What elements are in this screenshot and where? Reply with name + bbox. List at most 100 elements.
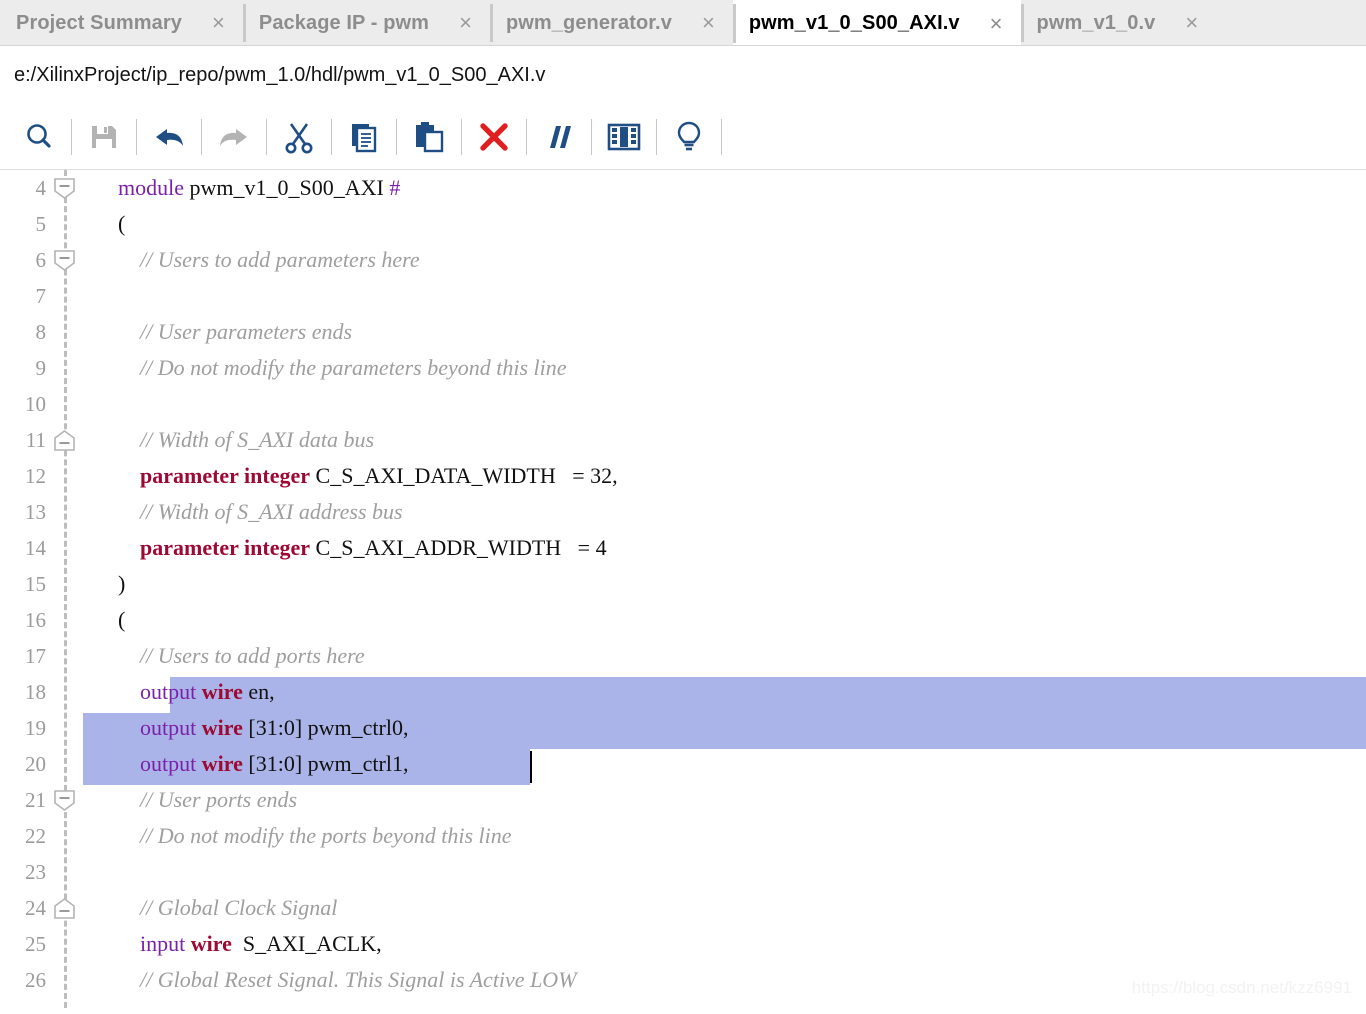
code-line[interactable]: 22 // Do not modify the ports beyond thi…	[0, 818, 1366, 854]
gutter-fold-area	[48, 638, 82, 674]
code-line[interactable]: 20 output wire [31:0] pwm_ctrl1,	[0, 746, 1366, 782]
code-line[interactable]: 25 input wire S_AXI_ACLK,	[0, 926, 1366, 962]
close-icon[interactable]: ×	[208, 10, 229, 36]
cut-button[interactable]	[268, 114, 330, 160]
line-number: 15	[25, 571, 46, 596]
close-icon[interactable]: ×	[455, 10, 476, 36]
gutter-fold-area[interactable]	[48, 782, 82, 818]
code-line-text: module pwm_v1_0_S00_AXI #	[118, 175, 400, 201]
fold-toggle-icon[interactable]	[53, 897, 76, 920]
code-line-text: // User parameters ends	[118, 319, 352, 345]
code-line[interactable]: 23	[0, 854, 1366, 890]
fold-toggle-icon[interactable]	[53, 249, 76, 272]
code-line[interactable]: 16 (	[0, 602, 1366, 638]
line-number: 5	[35, 211, 47, 236]
code-line[interactable]: 10	[0, 386, 1366, 422]
code-line[interactable]: 4 module pwm_v1_0_S00_AXI #	[0, 170, 1366, 206]
gutter-fold-area	[48, 602, 82, 638]
code-line[interactable]: 11 // Width of S_AXI data bus	[0, 422, 1366, 458]
code-line[interactable]: 15)	[0, 566, 1366, 602]
code-line[interactable]: 17 // Users to add ports here	[0, 638, 1366, 674]
gutter-fold-area[interactable]	[48, 170, 82, 206]
cut-icon	[283, 120, 315, 154]
code-line-text: parameter integer C_S_AXI_ADDR_WIDTH = 4	[118, 535, 607, 561]
code-token: parameter integer	[140, 535, 311, 560]
code-line-text: // Users to add ports here	[118, 643, 365, 669]
code-editor[interactable]: 4 module pwm_v1_0_S00_AXI #5(6 // Users t…	[0, 170, 1366, 1008]
lightbulb-button[interactable]	[658, 114, 720, 160]
code-token: C_S_AXI_ADDR_WIDTH = 4	[310, 535, 607, 560]
code-line[interactable]: 6 // Users to add parameters here	[0, 242, 1366, 278]
code-line[interactable]: 18 output wire en,	[0, 674, 1366, 710]
toolbar-separator	[591, 118, 592, 155]
code-line-text: // Users to add parameters here	[118, 247, 420, 273]
file-path-bar: e:/XilinxProject/ip_repo/pwm_1.0/hdl/pwm…	[0, 46, 1366, 104]
code-line-text: input wire S_AXI_ACLK,	[118, 931, 382, 957]
save-icon	[87, 120, 121, 154]
editor-tab[interactable]: pwm_generator.v ×	[489, 0, 733, 45]
code-token: wire	[201, 751, 243, 776]
code-line[interactable]: 8 // User parameters ends	[0, 314, 1366, 350]
split-view-button[interactable]	[593, 114, 655, 160]
code-token: // Global Clock Signal	[118, 895, 338, 920]
line-number: 23	[25, 859, 46, 884]
gutter-fold-area	[48, 458, 82, 494]
gutter-fold-area	[48, 278, 82, 314]
close-icon[interactable]: ×	[1181, 10, 1202, 36]
gutter-fold-area	[48, 314, 82, 350]
find-button[interactable]	[8, 114, 70, 160]
fold-toggle-icon[interactable]	[53, 789, 76, 812]
close-icon[interactable]: ×	[986, 11, 1007, 37]
copy-button[interactable]	[333, 114, 395, 160]
code-token: // Users to add parameters here	[118, 247, 420, 272]
redo-button	[203, 114, 265, 160]
comment-icon	[542, 121, 576, 153]
code-line[interactable]: 24 // Global Clock Signal	[0, 890, 1366, 926]
code-line-text: output wire [31:0] pwm_ctrl0,	[118, 715, 408, 741]
toolbar-separator	[136, 118, 137, 155]
comment-button[interactable]	[528, 114, 590, 160]
line-number: 18	[25, 679, 46, 704]
undo-icon	[151, 120, 187, 154]
code-token: )	[118, 571, 126, 596]
close-icon[interactable]: ×	[698, 10, 719, 36]
paste-icon	[413, 120, 445, 154]
code-line[interactable]: 9 // Do not modify the parameters beyond…	[0, 350, 1366, 386]
line-number: 25	[25, 931, 46, 956]
code-line[interactable]: 13 // Width of S_AXI address bus	[0, 494, 1366, 530]
gutter-fold-area	[48, 494, 82, 530]
toolbar-separator	[266, 118, 267, 155]
code-line[interactable]: 12 parameter integer C_S_AXI_DATA_WIDTH …	[0, 458, 1366, 494]
watermark-text: https://blog.csdn.net/kzz6991	[1131, 978, 1352, 997]
editor-tab[interactable]: Package IP - pwm ×	[242, 0, 490, 45]
paste-button[interactable]	[398, 114, 460, 160]
line-number: 21	[25, 787, 46, 812]
code-token: output	[140, 679, 197, 704]
gutter-fold-area[interactable]	[48, 242, 82, 278]
gutter-fold-area[interactable]	[48, 890, 82, 926]
code-line[interactable]: 19 output wire [31:0] pwm_ctrl0,	[0, 710, 1366, 746]
fold-toggle-icon[interactable]	[53, 429, 76, 452]
editor-tab[interactable]: pwm_v1_0.v ×	[1020, 0, 1217, 45]
editor-tab[interactable]: Project Summary ×	[0, 0, 243, 45]
code-line[interactable]: 7	[0, 278, 1366, 314]
gutter-fold-area	[48, 674, 82, 710]
code-token: // Width of S_AXI address bus	[118, 499, 403, 524]
code-line[interactable]: 14 parameter integer C_S_AXI_ADDR_WIDTH …	[0, 530, 1366, 566]
line-number: 17	[25, 643, 46, 668]
code-line[interactable]: 21 // User ports ends	[0, 782, 1366, 818]
gutter-fold-area[interactable]	[48, 422, 82, 458]
gutter-fold-area	[48, 962, 82, 998]
line-number: 14	[25, 535, 46, 560]
code-token: // Users to add ports here	[118, 643, 365, 668]
undo-button[interactable]	[138, 114, 200, 160]
line-number: 10	[25, 391, 46, 416]
editor-tab[interactable]: pwm_v1_0_S00_AXI.v ×	[732, 0, 1021, 45]
fold-toggle-icon[interactable]	[53, 177, 76, 200]
delete-button[interactable]	[463, 114, 525, 160]
gutter-fold-area	[48, 818, 82, 854]
code-line[interactable]: 5(	[0, 206, 1366, 242]
code-line-text: output wire en,	[118, 679, 275, 705]
code-token: #	[389, 175, 401, 200]
code-token: // Do not modify the parameters beyond t…	[118, 355, 567, 380]
